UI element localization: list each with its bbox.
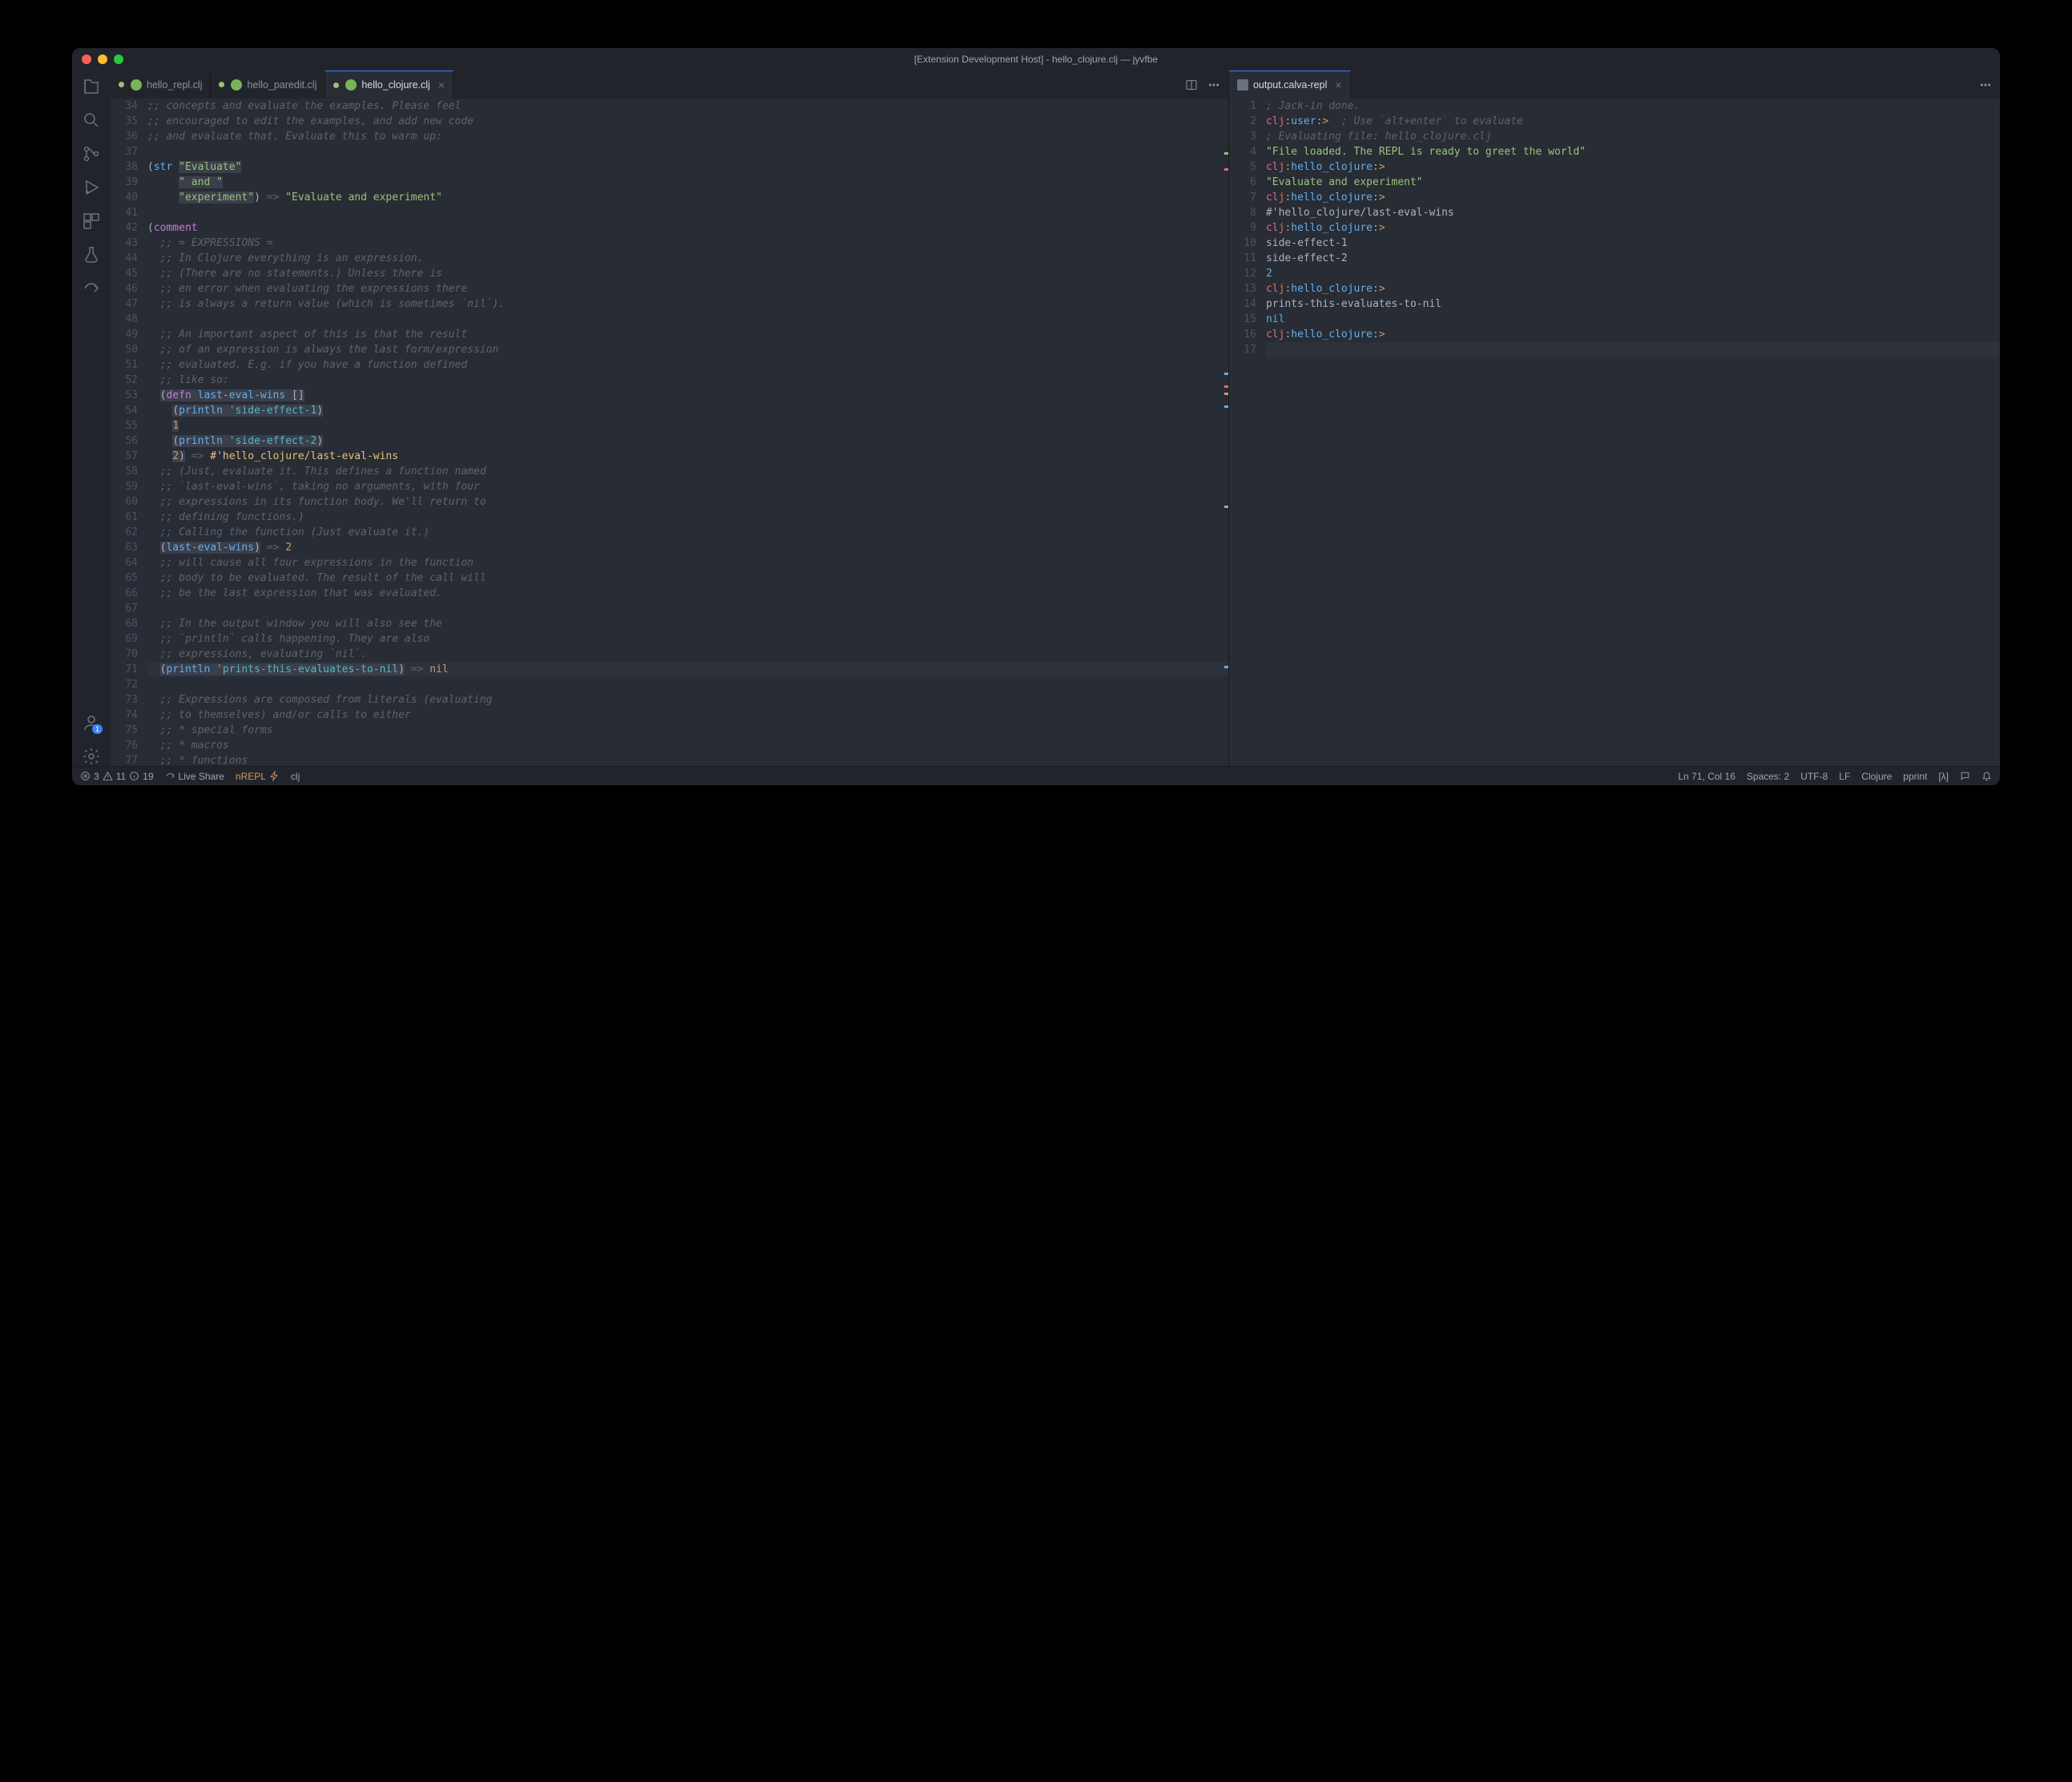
tab-label: hello_paredit.clj [247,79,316,91]
editor-group-right: output.calva-repl × 123456789101112131415… [1229,71,2000,766]
editor-groups: hello_repl.clj hello_paredit.clj hello_clo… [111,71,2000,766]
clojure-file-icon [345,79,357,91]
share-icon[interactable] [82,279,101,298]
extensions-icon[interactable] [82,212,101,231]
more-actions-icon[interactable] [1979,79,1992,91]
tab-actions-right [1971,71,2000,99]
run-debug-icon[interactable] [82,178,101,197]
gutter-left: 3435363738394041424344454647484950515253… [111,99,147,766]
close-window-button[interactable] [82,54,91,64]
editor-left[interactable]: 3435363738394041424344454647484950515253… [111,99,1228,766]
file-icon [1237,79,1248,91]
status-clj[interactable]: clj [291,771,300,782]
testing-icon[interactable] [82,245,101,264]
status-bell-icon[interactable] [1981,771,1992,781]
tab-bar-right: output.calva-repl × [1229,71,2000,99]
minimize-window-button[interactable] [98,54,107,64]
tab-label: output.calva-repl [1253,79,1327,91]
status-language[interactable]: Clojure [1861,771,1892,782]
tab-hello-clojure-clj[interactable]: hello_clojure.clj × [325,71,454,99]
status-bar: 3 11 19 Live Share nREPL clj Ln 71, Col … [72,766,2000,785]
close-tab-icon[interactable]: × [1335,79,1341,91]
more-actions-icon[interactable] [1207,79,1220,91]
window-title: [Extension Development Host] - hello_clo… [72,54,2000,65]
status-liveshare[interactable]: Live Share [165,771,224,782]
explorer-icon[interactable] [82,77,101,96]
status-pprint[interactable]: pprint [1903,771,1927,782]
tab-hello-paredit-clj[interactable]: hello_paredit.clj [211,71,325,99]
status-eol[interactable]: LF [1839,771,1850,782]
status-lambda[interactable]: [λ] [1938,771,1949,782]
overview-ruler-left [1223,99,1228,766]
traffic-lights [82,54,123,64]
status-problems[interactable]: 3 11 19 [80,771,154,782]
activity-bar: 1 [72,71,111,766]
tab-output-calva-repl[interactable]: output.calva-repl × [1229,71,1351,99]
accounts-icon[interactable]: 1 [82,713,101,732]
titlebar[interactable]: [Extension Development Host] - hello_clo… [72,48,2000,71]
tab-actions-left [1177,71,1228,99]
zoom-window-button[interactable] [114,54,123,64]
main-area: 1 hello_repl.clj hello_paredit.clj hello_c… [72,71,2000,766]
status-indentation[interactable]: Spaces: 2 [1747,771,1789,782]
close-tab-icon[interactable]: × [438,79,445,91]
search-icon[interactable] [82,111,101,130]
tab-label: hello_repl.clj [147,79,202,91]
status-encoding[interactable]: UTF-8 [1800,771,1828,782]
editor-group-left: hello_repl.clj hello_paredit.clj hello_clo… [111,71,1229,766]
editor-right[interactable]: 1234567891011121314151617 ; Jack-in done… [1229,99,2000,766]
tab-hello-repl-clj[interactable]: hello_repl.clj [111,71,211,99]
source-control-icon[interactable] [82,144,101,163]
tab-label: hello_clojure.clj [361,79,429,91]
accounts-badge: 1 [92,724,103,734]
split-editor-icon[interactable] [1185,79,1198,91]
code-left[interactable]: ;; concepts and evaluate the examples. P… [147,99,1228,766]
status-feedback-icon[interactable] [1960,771,1970,781]
vscode-window: [Extension Development Host] - hello_clo… [72,48,2000,785]
code-right[interactable]: ; Jack-in done.clj:user:> ; Use `alt+ent… [1266,99,2000,766]
settings-gear-icon[interactable] [82,747,101,766]
clojure-file-icon [131,79,142,91]
tab-bar-left: hello_repl.clj hello_paredit.clj hello_clo… [111,71,1228,99]
gutter-right: 1234567891011121314151617 [1229,99,1266,766]
clojure-file-icon [231,79,242,91]
status-cursor-position[interactable]: Ln 71, Col 16 [1679,771,1735,782]
status-nrepl[interactable]: nREPL [236,771,280,782]
